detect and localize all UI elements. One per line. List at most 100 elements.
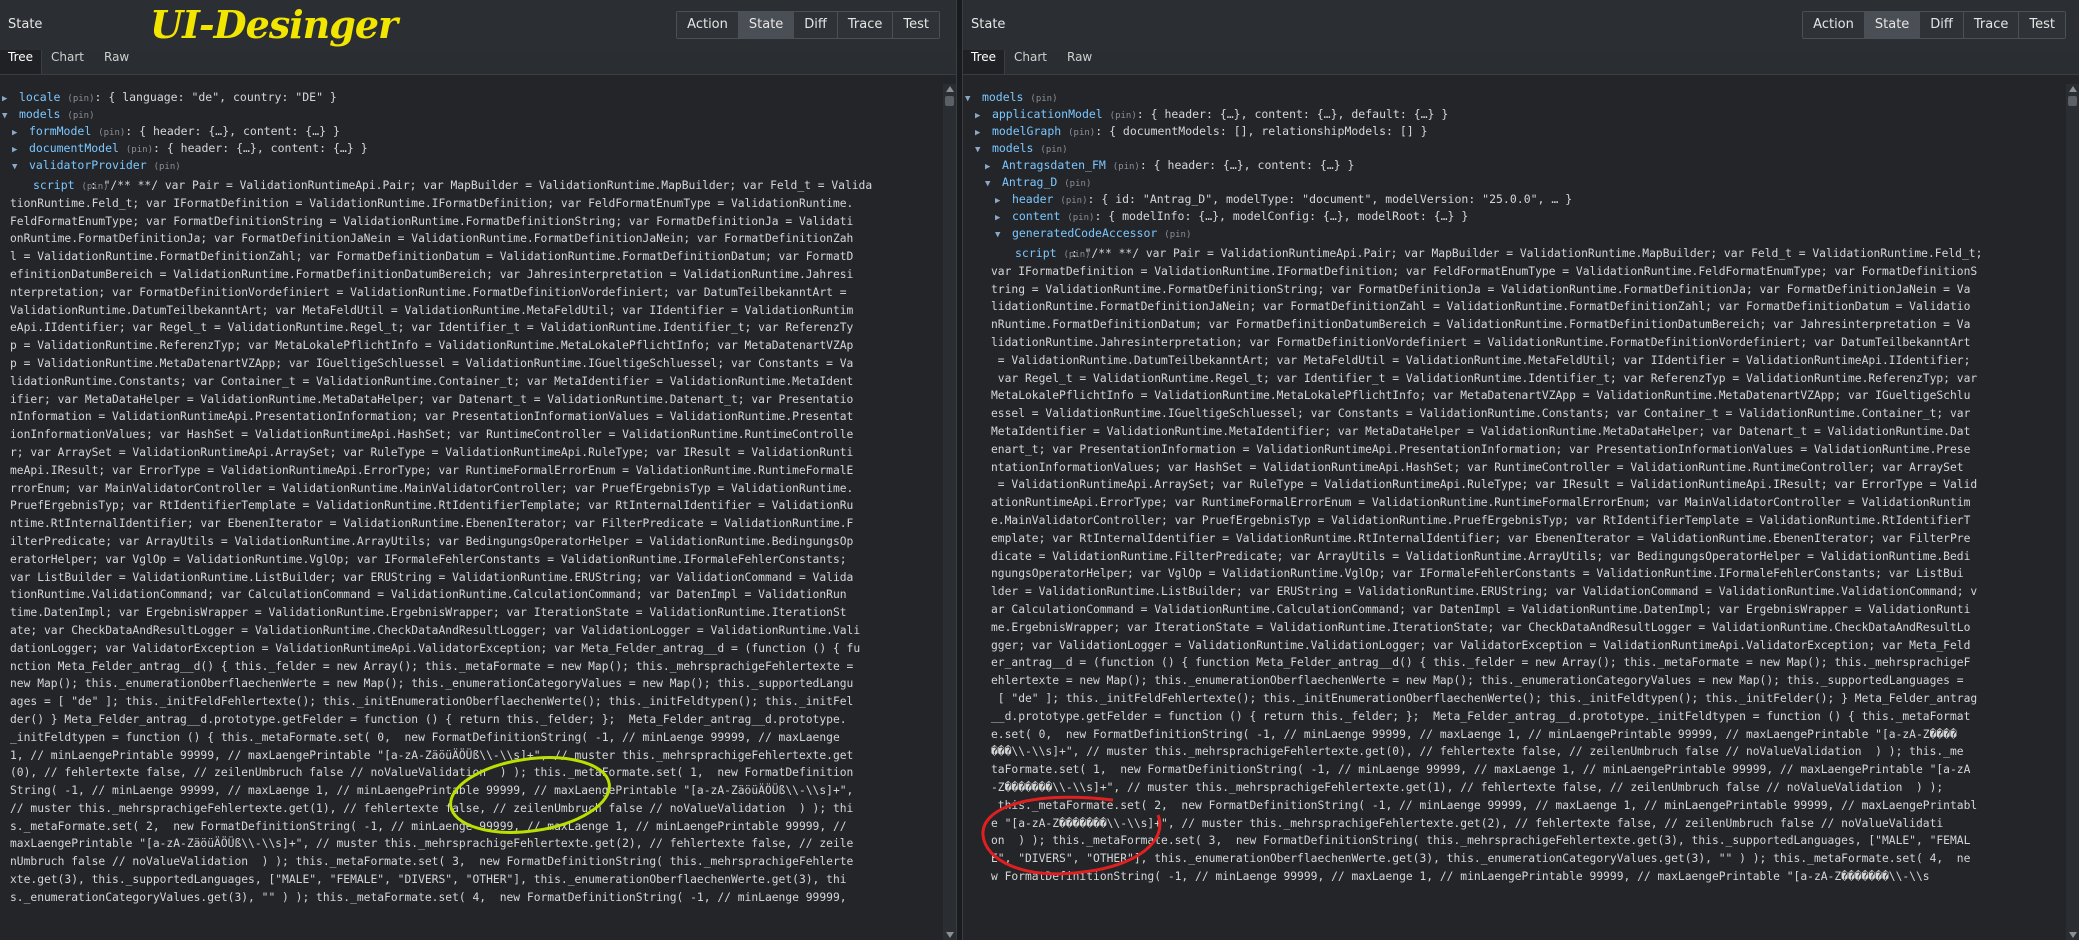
script-line: ehlertexte = new Map(); this._enumeratio…: [991, 674, 1964, 688]
tree-node-documentModel[interactable]: ▶ documentModel (pin): { header: {…}, co…: [12, 140, 368, 157]
collapse-arrow-icon[interactable]: ▼: [965, 91, 975, 108]
script-line: ionInformationValues; var HashSet = Vali…: [10, 428, 854, 442]
tab-chart[interactable]: Chart: [43, 50, 92, 74]
script-line: MetaLokalePflichtInfo = ValidationRuntim…: [991, 389, 1971, 403]
script-line: ationRuntimeApi.ErrorType; var RuntimeFo…: [991, 496, 1971, 510]
state-tree: ▶ locale (pin): { language: "de", countr…: [0, 84, 942, 940]
pin-toggle[interactable]: (pin): [1110, 111, 1137, 121]
pin-toggle[interactable]: (pin): [67, 111, 94, 121]
script-line: (0), // fehlertexte false, // zeilenUmbr…: [10, 766, 854, 780]
script-line: maxLaengePrintable "[a-zA-ZäöüÄÖÜß\\-\\s…: [10, 837, 854, 851]
script-line: l = ValidationRuntime.FormatDefinitionZa…: [10, 250, 854, 264]
mode-test-button[interactable]: Test: [2018, 12, 2065, 38]
script-line: ifier; var MetaDataHelper = ValidationRu…: [10, 392, 854, 406]
left-devtools-pane: State UI-Desinger Action State Diff Trac…: [0, 0, 956, 940]
script-line: nterpretation; var FormatDefinitionVorde…: [10, 285, 847, 299]
pin-toggle[interactable]: (pin): [1064, 179, 1091, 189]
mode-trace-button[interactable]: Trace: [1962, 12, 2019, 38]
script-line: ate; var CheckDataAndResultLogger = Vali…: [10, 623, 861, 637]
tab-chart[interactable]: Chart: [1006, 50, 1055, 74]
mode-state-button[interactable]: State: [737, 12, 794, 38]
scroll-up-icon[interactable]: [2069, 86, 2077, 92]
pane-divider[interactable]: [956, 0, 963, 940]
script-value: : "/** **/ var Pair = ValidationRuntimeA…: [10, 177, 940, 907]
tab-tree[interactable]: Tree: [0, 50, 43, 74]
state-tree: ▼ models (pin) ▶ applicationModel (pin):…: [963, 84, 2065, 940]
mode-trace-button[interactable]: Trace: [836, 12, 893, 38]
tree-key: models: [991, 141, 1034, 155]
tree-value: : { header: {…}, content: {…} }: [1139, 158, 1355, 172]
pane-header: State Action State Diff Trace Test: [963, 0, 2079, 51]
scroll-thumb[interactable]: [945, 96, 954, 106]
mode-diff-button[interactable]: Diff: [1919, 12, 1963, 38]
collapse-arrow-icon[interactable]: ▼: [985, 176, 995, 193]
tree-node-models[interactable]: ▼ models (pin): [2, 106, 95, 123]
mode-state-button[interactable]: State: [1863, 12, 1920, 38]
tab-raw[interactable]: Raw: [1059, 50, 1100, 74]
pin-toggle[interactable]: (pin): [67, 94, 94, 104]
scroll-up-icon[interactable]: [946, 86, 954, 92]
scroll-down-icon[interactable]: [2069, 932, 2077, 938]
script-line: tionRuntime.Feld_t; var IFormatDefinitio…: [10, 196, 854, 210]
pin-toggle[interactable]: (pin): [1040, 145, 1067, 155]
script-value: : "/** **/ var Pair = ValidationRuntimeA…: [991, 245, 2061, 886]
script-line: new Map(); this._enumerationOberflaechen…: [10, 677, 854, 691]
tree-node-header[interactable]: ▶ header (pin): { id: "Antrag_D", modelT…: [995, 191, 1572, 208]
pin-toggle[interactable]: (pin): [154, 162, 181, 172]
tree-node-Antrag_D[interactable]: ▼ Antrag_D (pin): [985, 174, 1091, 191]
tree-node-validatorProvider[interactable]: ▼ validatorProvider (pin): [12, 157, 181, 174]
pin-toggle[interactable]: (pin): [98, 128, 125, 138]
script-line: taFormate.set( 1, new FormatDefinitionSt…: [991, 763, 1971, 777]
pin-toggle[interactable]: (pin): [1164, 230, 1191, 240]
mode-test-button[interactable]: Test: [892, 12, 939, 38]
script-line: lidationRuntime.Constants; var Container…: [10, 374, 854, 388]
script-line: w FormatDefinitionString( -1, // minLaen…: [991, 869, 1930, 883]
collapse-arrow-icon[interactable]: ▼: [12, 159, 22, 176]
tree-node-generatedCodeAccessor[interactable]: ▼ generatedCodeAccessor (pin): [995, 225, 1191, 242]
script-line: onRuntime.FormatDefinitionJa; var Format…: [10, 232, 854, 246]
pin-toggle[interactable]: (pin): [1060, 196, 1087, 206]
collapse-arrow-icon[interactable]: ▼: [975, 142, 985, 159]
mode-toolbar: Action State Diff Trace Test: [1802, 11, 2066, 39]
tab-tree[interactable]: Tree: [963, 50, 1006, 74]
script-line: ar CalculationCommand = ValidationRuntim…: [991, 602, 1971, 616]
collapse-arrow-icon[interactable]: ▼: [995, 227, 1005, 244]
script-line: _initFeldtypen = function () { this._met…: [10, 730, 840, 744]
mode-action-button[interactable]: Action: [1803, 12, 1864, 38]
script-line: er_antrag__d = (function () { function M…: [991, 656, 1971, 670]
script-line: // muster this._mehrsprachigeFehlertexte…: [10, 801, 854, 815]
tree-node-modelGraph[interactable]: ▶ modelGraph (pin): { documentModels: []…: [975, 123, 1428, 140]
scroll-thumb[interactable]: [2068, 96, 2077, 106]
tree-node-formModel[interactable]: ▶ formModel (pin): { header: {…}, conten…: [12, 123, 340, 140]
tree-node-models[interactable]: ▼ models (pin): [965, 89, 1058, 106]
mode-action-button[interactable]: Action: [677, 12, 738, 38]
script-line: on ) ); this._metaFormate.set( 3, new Fo…: [991, 834, 1971, 848]
tree-key: header: [1011, 192, 1054, 206]
scroll-down-icon[interactable]: [946, 932, 954, 938]
script-line: gger; var ValidationLogger = ValidationR…: [991, 638, 1971, 652]
tree-node-models-inner[interactable]: ▼ models (pin): [975, 140, 1068, 157]
script-line: lidationRuntime.FormatDefinitionJaNein; …: [991, 300, 1971, 314]
tab-raw[interactable]: Raw: [96, 50, 137, 74]
tree-key: models: [981, 90, 1024, 104]
tree-node-content[interactable]: ▶ content (pin): { modelInfo: {…}, model…: [995, 208, 1468, 225]
view-tabs: Tree Chart Raw: [963, 50, 2079, 75]
collapse-arrow-icon[interactable]: ▼: [2, 108, 12, 125]
mode-diff-button[interactable]: Diff: [793, 12, 837, 38]
script-line: var Regel_t = ValidationRuntime.Regel_t;…: [991, 371, 1978, 385]
pin-toggle[interactable]: (pin): [1113, 162, 1140, 172]
pin-toggle[interactable]: (pin): [1067, 213, 1094, 223]
script-line: ilterPredicate; var ArrayUtils = Validat…: [10, 534, 854, 548]
pin-toggle[interactable]: (pin): [1030, 94, 1057, 104]
tree-node-locale[interactable]: ▶ locale (pin): { language: "de", countr…: [2, 89, 337, 106]
script-line: ���\\-\\s]+", // muster this._mehrsprach…: [991, 745, 1964, 759]
pin-toggle[interactable]: (pin): [126, 145, 153, 155]
pin-toggle[interactable]: (pin): [1068, 128, 1095, 138]
tree-node-applicationModel[interactable]: ▶ applicationModel (pin): { header: {…},…: [975, 106, 1448, 123]
tree-node-Antragsdaten_FM[interactable]: ▶ Antragsdaten_FM (pin): { header: {…}, …: [985, 157, 1354, 174]
vertical-scrollbar[interactable]: [943, 84, 956, 940]
vertical-scrollbar[interactable]: [2066, 84, 2079, 940]
script-line: rrorEnum; var MainValidatorController = …: [10, 481, 854, 495]
script-line: PruefErgebnisTyp; var RtIdentifierTempla…: [10, 499, 854, 513]
script-line: FeldFormatEnumType; var FormatDefinition…: [10, 214, 854, 228]
